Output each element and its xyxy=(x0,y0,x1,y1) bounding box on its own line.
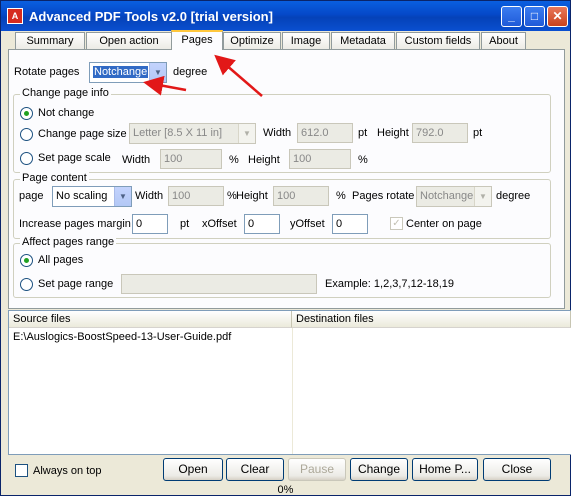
change-page-info-legend: Change page info xyxy=(20,87,111,99)
page-height-input[interactable]: 792.0 xyxy=(412,123,468,143)
pages-rotate-value: Notchange xyxy=(420,190,474,202)
tab-metadata[interactable]: Metadata xyxy=(331,32,395,49)
progress-status: 0% xyxy=(277,484,294,496)
destination-files-header[interactable]: Destination files xyxy=(292,311,571,328)
rotate-pages-value: Notchange xyxy=(93,66,149,78)
tab-about[interactable]: About xyxy=(481,32,526,49)
center-on-page-checkbox[interactable]: ✓ xyxy=(390,217,403,230)
page-range-example: Example: 1,2,3,7,12-18,19 xyxy=(325,278,455,290)
page-width-input[interactable]: 612.0 xyxy=(297,123,353,143)
xoffset-label: xOffset xyxy=(202,218,237,230)
always-on-top-label: Always on top xyxy=(33,465,102,477)
rotate-pages-select[interactable]: Notchange ▼ xyxy=(89,62,167,83)
files-list[interactable]: Source files Destination files E:\Auslog… xyxy=(8,310,571,455)
scale-width-unit: % xyxy=(229,154,239,166)
page-width-unit: pt xyxy=(358,127,368,139)
home-page-button[interactable]: Home P... xyxy=(412,458,478,481)
content-width-input[interactable]: 100 xyxy=(168,186,224,206)
increase-margin-unit: pt xyxy=(180,218,190,230)
page-size-value: Letter [8.5 X 11 in] xyxy=(133,127,223,139)
set-page-range-radio[interactable] xyxy=(20,278,33,291)
affect-pages-range-legend: Affect pages range xyxy=(20,236,117,248)
center-on-page-label: Center on page xyxy=(406,218,482,230)
set-page-scale-radio[interactable] xyxy=(20,152,33,165)
change-page-info-group: Change page info Not change Change page … xyxy=(13,87,551,173)
page-width-label: Width xyxy=(263,127,292,139)
rotate-pages-label: Rotate pages xyxy=(14,66,80,78)
content-height-label: Height xyxy=(236,190,268,202)
tab-image[interactable]: Image xyxy=(282,32,330,49)
increase-margin-input[interactable]: 0 xyxy=(132,214,168,234)
tab-optimize[interactable]: Optimize xyxy=(223,32,281,49)
page-range-input[interactable] xyxy=(121,274,317,294)
chevron-down-icon: ▼ xyxy=(114,187,131,206)
tab-summary[interactable]: Summary xyxy=(15,32,85,49)
pages-rotate-label: Pages rotate xyxy=(352,190,415,202)
not-change-radio[interactable] xyxy=(20,107,33,120)
source-file-cell[interactable]: E:\Auslogics-BoostSpeed-13-User-Guide.pd… xyxy=(13,331,231,343)
page-size-select[interactable]: Letter [8.5 X 11 in] ▼ xyxy=(129,123,256,144)
page-content-group: Page content page No scaling ▼ Width 100… xyxy=(13,172,551,239)
pdf-icon: A xyxy=(7,8,23,24)
change-button[interactable]: Change xyxy=(350,458,408,481)
page-scaling-select[interactable]: No scaling ▼ xyxy=(52,186,132,207)
title-bar: A Advanced PDF Tools v2.0 [trial version… xyxy=(1,1,570,31)
content-width-label: Width xyxy=(135,190,164,202)
page-height-unit: pt xyxy=(473,127,483,139)
window-title: Advanced PDF Tools v2.0 [trial version] xyxy=(29,9,273,24)
tab-open-action[interactable]: Open action xyxy=(86,32,172,49)
page-scaling-label: page xyxy=(19,190,44,202)
close-window-button[interactable]: ✕ xyxy=(547,6,568,27)
source-files-header[interactable]: Source files xyxy=(9,311,292,328)
scale-height-unit: % xyxy=(358,154,368,166)
always-on-top-checkbox[interactable] xyxy=(15,464,28,477)
pages-rotate-select[interactable]: Notchange ▼ xyxy=(416,186,492,207)
minimize-button[interactable]: _ xyxy=(501,6,522,27)
app-window: A Advanced PDF Tools v2.0 [trial version… xyxy=(0,0,571,496)
scale-width-label: Width xyxy=(122,154,151,166)
close-button[interactable]: Close xyxy=(483,458,551,481)
scale-height-input[interactable]: 100 xyxy=(289,149,351,169)
chevron-down-icon: ▼ xyxy=(474,187,491,206)
content-height-unit: % xyxy=(336,190,346,202)
maximize-button[interactable]: □ xyxy=(524,6,545,27)
xoffset-input[interactable]: 0 xyxy=(244,214,280,234)
chevron-down-icon: ▼ xyxy=(238,124,255,143)
open-button[interactable]: Open xyxy=(163,458,223,481)
pages-tab-panel: Rotate pages Notchange ▼ degree Change p… xyxy=(8,49,565,309)
set-page-scale-label: Set page scale xyxy=(38,152,111,164)
column-separator xyxy=(292,328,293,454)
yoffset-label: yOffset xyxy=(290,218,325,230)
page-height-label: Height xyxy=(377,127,409,139)
all-pages-label: All pages xyxy=(38,254,84,266)
increase-margin-label: Increase pages margin xyxy=(19,218,131,230)
all-pages-radio[interactable] xyxy=(20,254,33,267)
scale-height-label: Height xyxy=(248,154,280,166)
affect-pages-range-group: Affect pages range All pages Set page ra… xyxy=(13,236,551,298)
page-content-legend: Page content xyxy=(20,172,89,184)
set-page-range-label: Set page range xyxy=(38,278,114,290)
rotate-unit-label: degree xyxy=(173,66,208,78)
tab-pages[interactable]: Pages xyxy=(171,30,223,50)
page-scaling-value: No scaling xyxy=(56,190,108,202)
clear-button[interactable]: Clear xyxy=(226,458,284,481)
pages-rotate-unit: degree xyxy=(496,190,531,202)
scale-width-input[interactable]: 100 xyxy=(160,149,222,169)
change-page-size-radio[interactable] xyxy=(20,128,33,141)
content-height-input[interactable]: 100 xyxy=(273,186,329,206)
not-change-label: Not change xyxy=(38,107,95,119)
pause-button[interactable]: Pause xyxy=(288,458,346,481)
change-page-size-label: Change page size xyxy=(38,128,127,140)
yoffset-input[interactable]: 0 xyxy=(332,214,368,234)
tab-custom-fields[interactable]: Custom fields xyxy=(396,32,480,49)
chevron-down-icon: ▼ xyxy=(149,63,166,82)
